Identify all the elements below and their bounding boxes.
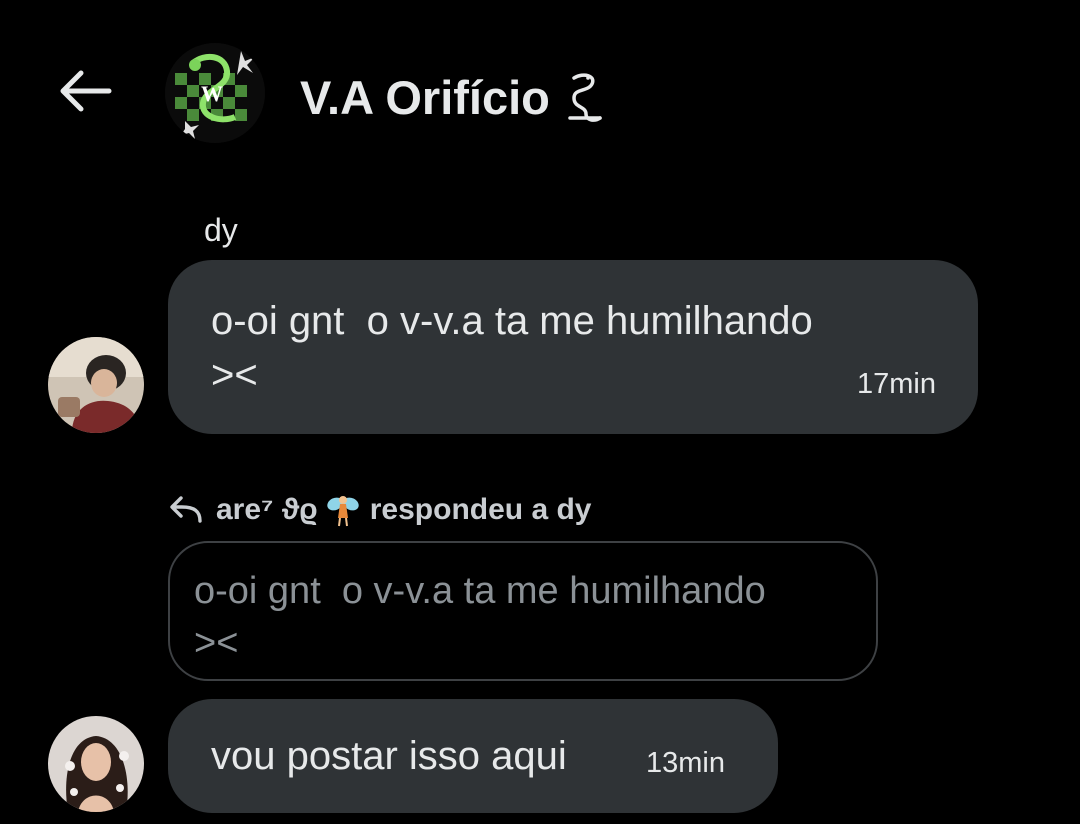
reply-context[interactable]: are⁷ ϑϱ respondeu a dy bbox=[168, 485, 591, 535]
group-title[interactable]: V.A Orifício bbox=[300, 70, 604, 125]
reply-arrow-icon bbox=[170, 496, 202, 523]
sender-name: dy bbox=[204, 212, 238, 248]
back-button[interactable] bbox=[52, 62, 118, 120]
message-text: vou postar isso aqui bbox=[211, 734, 567, 778]
message-timestamp: 17min bbox=[857, 368, 936, 400]
snake-emoji-icon bbox=[568, 72, 602, 122]
user-avatar-dy bbox=[48, 337, 144, 433]
fairy-emoji-icon bbox=[327, 496, 359, 527]
user-avatar-are bbox=[48, 716, 144, 812]
avatar[interactable] bbox=[48, 716, 144, 812]
message-timestamp: 13min bbox=[646, 747, 725, 779]
message-bubble[interactable]: o-oi gnt o v-v.a ta me humilhando >< 17m… bbox=[168, 260, 978, 434]
quoted-text: o-oi gnt o v-v.a ta me humilhando >< bbox=[194, 570, 766, 664]
arrow-left-icon bbox=[60, 70, 112, 112]
quoted-message[interactable]: o-oi gnt o v-v.a ta me humilhando >< bbox=[168, 541, 878, 681]
group-title-text: V.A Orifício bbox=[300, 71, 550, 124]
message-bubble[interactable]: vou postar isso aqui 13min bbox=[168, 699, 778, 813]
message-text: o-oi gnt o v-v.a ta me humilhando >< bbox=[211, 299, 813, 397]
reply-author: are⁷ ϑϱ bbox=[216, 493, 318, 526]
chat-header: W V.A Orifício bbox=[0, 0, 1080, 190]
svg-text:W: W bbox=[201, 81, 223, 106]
reply-label: respondeu a dy bbox=[369, 493, 592, 526]
group-avatar[interactable]: W bbox=[165, 43, 265, 143]
group-avatar-image: W bbox=[165, 43, 265, 143]
avatar[interactable] bbox=[48, 337, 144, 433]
